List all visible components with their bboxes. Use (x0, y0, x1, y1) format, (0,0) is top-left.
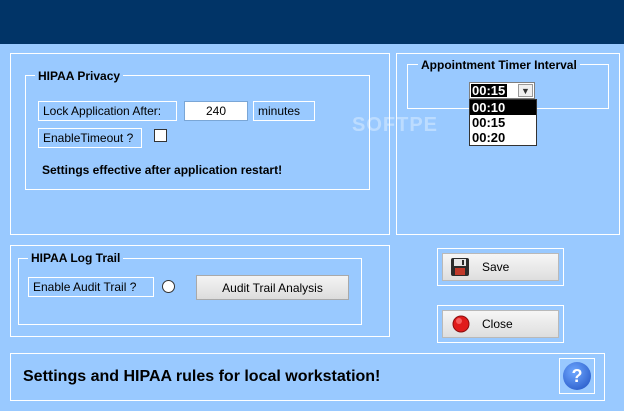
timer-option[interactable]: 00:10 (470, 100, 536, 115)
help-icon: ? (563, 362, 591, 390)
red-circle-icon (452, 315, 470, 333)
hipaa-log-title: HIPAA Log Trail (28, 251, 124, 265)
title-bar (0, 0, 624, 44)
timer-interval-select[interactable]: 00:15 ▼ (469, 82, 535, 99)
lock-minutes-input[interactable]: 240 (184, 101, 248, 121)
audit-trail-analysis-button[interactable]: Audit Trail Analysis (196, 275, 349, 300)
save-button[interactable]: Save (442, 253, 559, 281)
footer-message: Settings and HIPAA rules for local works… (23, 368, 381, 385)
timer-option[interactable]: 00:15 (470, 115, 536, 130)
enable-audit-label: Enable Audit Trail ? (28, 277, 154, 297)
enable-timeout-label: EnableTimeout ? (38, 128, 142, 148)
timer-selected-value: 00:15 (471, 83, 507, 98)
save-label: Save (482, 260, 510, 274)
close-button[interactable]: Close (442, 310, 559, 338)
floppy-disk-icon (450, 257, 470, 277)
close-button-frame: Close (437, 305, 564, 343)
timer-option[interactable]: 00:20 (470, 130, 536, 145)
close-label: Close (482, 317, 513, 331)
hipaa-privacy-title: HIPAA Privacy (35, 69, 124, 83)
appointment-timer-title: Appointment Timer Interval (418, 58, 580, 72)
save-button-frame: Save (437, 248, 564, 286)
enable-audit-radio[interactable] (162, 280, 175, 293)
chevron-down-icon[interactable]: ▼ (518, 84, 533, 97)
restart-note: Settings effective after application res… (42, 163, 283, 177)
help-button[interactable]: ? (559, 358, 595, 394)
watermark: SOFTPE (352, 114, 439, 136)
timer-interval-dropdown: 00:10 00:15 00:20 (469, 99, 537, 146)
lock-unit-label: minutes (253, 101, 315, 121)
enable-timeout-checkbox[interactable] (154, 129, 167, 142)
lock-application-label: Lock Application After: (38, 101, 177, 121)
